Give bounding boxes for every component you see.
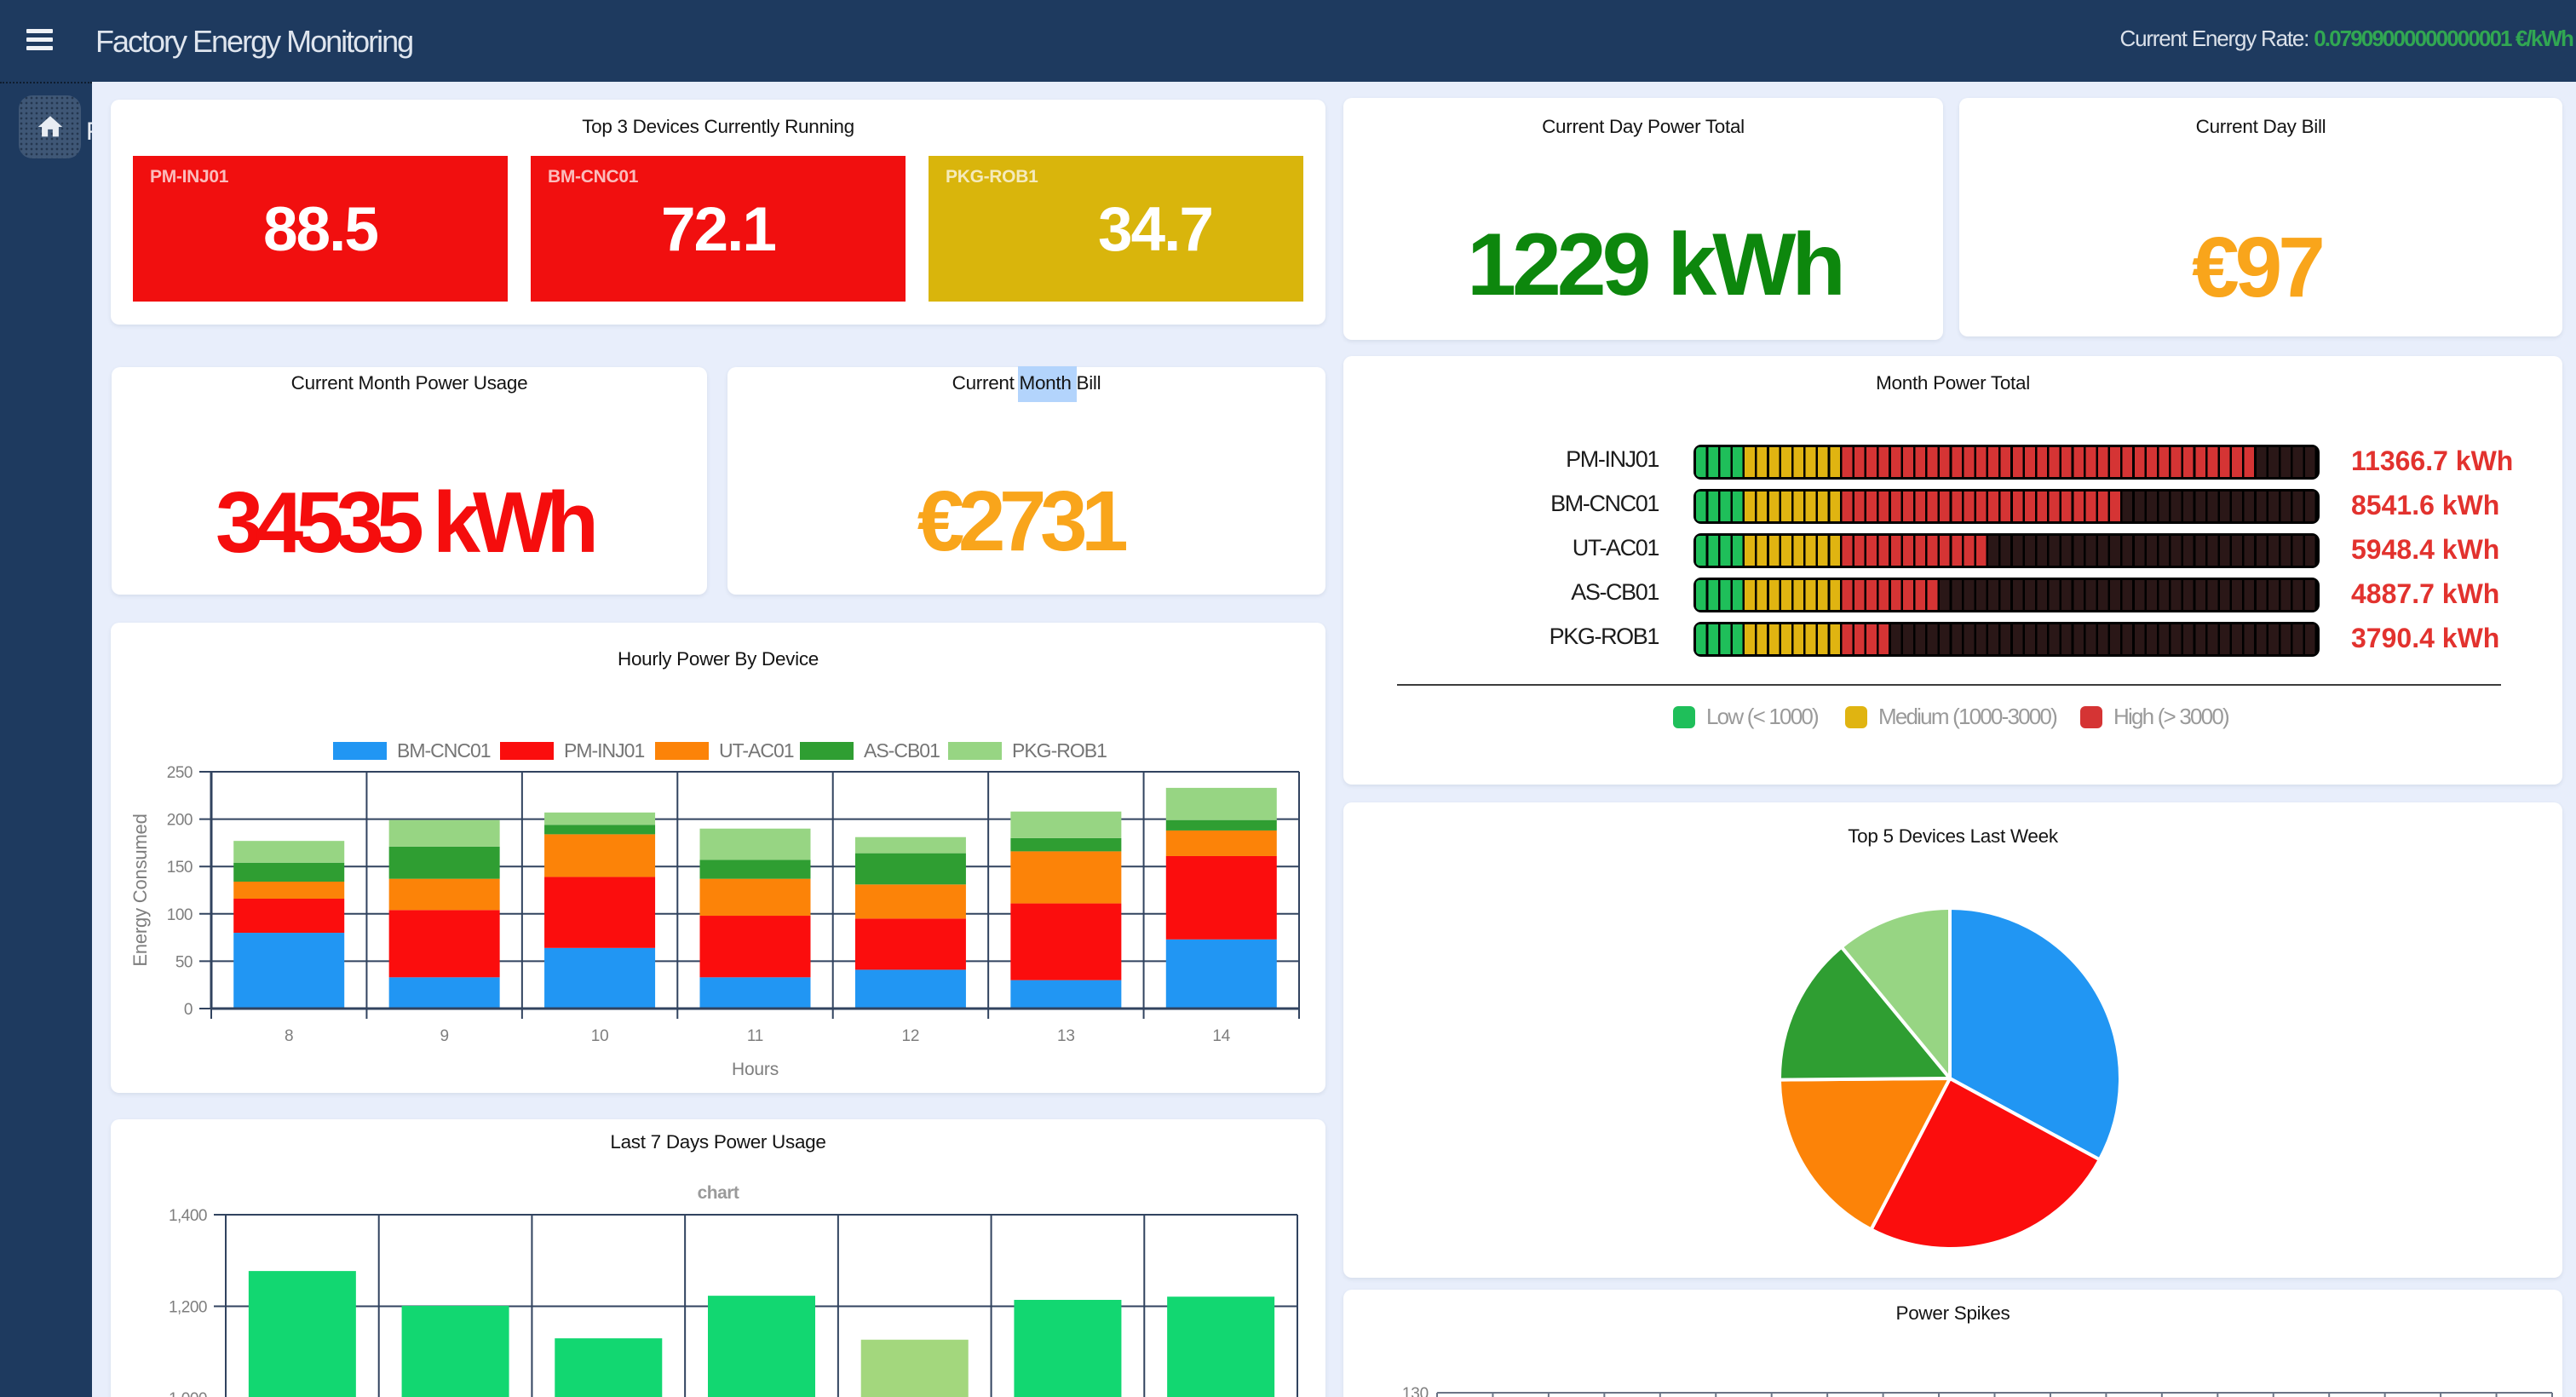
svg-text:0: 0	[184, 1001, 193, 1019]
svg-text:10: 10	[591, 1027, 609, 1045]
svg-text:AS-CB01: AS-CB01	[864, 739, 940, 762]
svg-text:Hours: Hours	[732, 1060, 779, 1079]
svg-text:1,200: 1,200	[169, 1299, 207, 1317]
svg-text:9: 9	[440, 1027, 448, 1045]
svg-text:11: 11	[747, 1027, 763, 1045]
svg-text:PM-INJ01: PM-INJ01	[564, 739, 644, 762]
svg-text:150: 150	[167, 859, 193, 877]
svg-text:200: 200	[167, 812, 193, 830]
svg-text:Energy Consumed: Energy Consumed	[129, 813, 151, 966]
svg-text:12: 12	[902, 1027, 920, 1045]
svg-text:100: 100	[167, 906, 193, 924]
svg-text:1,400: 1,400	[169, 1207, 207, 1225]
svg-text:14: 14	[1212, 1027, 1230, 1045]
svg-text:UT-AC01: UT-AC01	[719, 739, 794, 762]
svg-text:8: 8	[285, 1027, 293, 1045]
svg-text:130: 130	[1402, 1385, 1429, 1397]
svg-text:PKG-ROB1: PKG-ROB1	[1012, 739, 1107, 762]
svg-text:250: 250	[167, 764, 193, 782]
svg-text:1,000: 1,000	[169, 1390, 207, 1397]
svg-text:BM-CNC01: BM-CNC01	[397, 739, 491, 762]
svg-text:50: 50	[175, 953, 193, 971]
svg-text:13: 13	[1057, 1027, 1075, 1045]
